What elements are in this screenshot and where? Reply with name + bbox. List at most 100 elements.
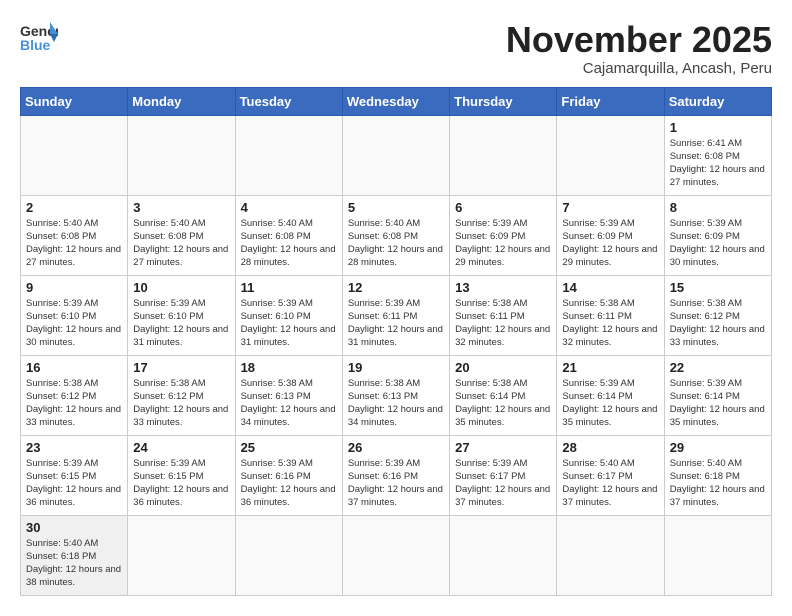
day-info: Sunrise: 5:40 AMSunset: 6:18 PMDaylight:…	[26, 537, 122, 590]
day-number: 12	[348, 280, 444, 295]
day-info: Sunrise: 5:38 AMSunset: 6:13 PMDaylight:…	[241, 377, 337, 430]
col-monday: Monday	[128, 87, 235, 115]
day-info: Sunrise: 5:40 AMSunset: 6:08 PMDaylight:…	[348, 217, 444, 270]
table-row: 1 Sunrise: 6:41 AMSunset: 6:08 PMDaylight…	[664, 115, 771, 195]
day-info: Sunrise: 5:39 AMSunset: 6:09 PMDaylight:…	[670, 217, 766, 270]
title-block: November 2025 Cajamarquilla, Ancash, Per…	[506, 20, 772, 77]
table-row	[342, 515, 449, 595]
day-info: Sunrise: 5:39 AMSunset: 6:11 PMDaylight:…	[348, 297, 444, 350]
table-row: 21 Sunrise: 5:39 AMSunset: 6:14 PMDayligh…	[557, 355, 664, 435]
calendar-header: General Blue November 2025 Cajamarquilla…	[20, 20, 772, 77]
day-number: 27	[455, 440, 551, 455]
table-row: 18 Sunrise: 5:38 AMSunset: 6:13 PMDayligh…	[235, 355, 342, 435]
day-info: Sunrise: 5:39 AMSunset: 6:10 PMDaylight:…	[26, 297, 122, 350]
day-number: 30	[26, 520, 122, 535]
table-row: 29Sunrise: 5:40 AMSunset: 6:18 PMDayligh…	[664, 435, 771, 515]
table-row	[342, 115, 449, 195]
day-number: 14	[562, 280, 658, 295]
calendar-table: Sunday Monday Tuesday Wednesday Thursday…	[20, 87, 772, 596]
day-number: 5	[348, 200, 444, 215]
day-number: 16	[26, 360, 122, 375]
day-number: 17	[133, 360, 229, 375]
day-number: 28	[562, 440, 658, 455]
table-row: 25 Sunrise: 5:39 AMSunset: 6:16 PMDayligh…	[235, 435, 342, 515]
col-tuesday: Tuesday	[235, 87, 342, 115]
table-row: 30 Sunrise: 5:40 AMSunset: 6:18 PMDayligh…	[21, 515, 128, 595]
day-info: Sunrise: 5:38 AMSunset: 6:12 PMDaylight:…	[26, 377, 122, 430]
day-number: 23	[26, 440, 122, 455]
day-info: Sunrise: 5:38 AMSunset: 6:13 PMDaylight:…	[348, 377, 444, 430]
table-row: 7 Sunrise: 5:39 AMSunset: 6:09 PMDaylight…	[557, 195, 664, 275]
day-number: 15	[670, 280, 766, 295]
table-row: 8 Sunrise: 5:39 AMSunset: 6:09 PMDaylight…	[664, 195, 771, 275]
day-info: Sunrise: 5:39 AMSunset: 6:09 PMDaylight:…	[455, 217, 551, 270]
day-info: Sunrise: 5:40 AMSunset: 6:08 PMDaylight:…	[133, 217, 229, 270]
table-row	[557, 115, 664, 195]
table-row: 20 Sunrise: 5:38 AMSunset: 6:14 PMDayligh…	[450, 355, 557, 435]
table-row: 2 Sunrise: 5:40 AMSunset: 6:08 PMDaylight…	[21, 195, 128, 275]
logo: General Blue	[20, 20, 58, 52]
day-number: 2	[26, 200, 122, 215]
table-row: 3Sunrise: 5:40 AMSunset: 6:08 PMDaylight…	[128, 195, 235, 275]
table-row: 4 Sunrise: 5:40 AMSunset: 6:08 PMDaylight…	[235, 195, 342, 275]
day-info: Sunrise: 5:40 AMSunset: 6:08 PMDaylight:…	[241, 217, 337, 270]
col-sunday: Sunday	[21, 87, 128, 115]
calendar-title: November 2025	[506, 20, 772, 60]
day-info: Sunrise: 5:38 AMSunset: 6:12 PMDaylight:…	[670, 297, 766, 350]
day-info: Sunrise: 5:39 AMSunset: 6:10 PMDaylight:…	[133, 297, 229, 350]
day-info: Sunrise: 5:39 AMSunset: 6:10 PMDaylight:…	[241, 297, 337, 350]
table-row: 23 Sunrise: 5:39 AMSunset: 6:15 PMDayligh…	[21, 435, 128, 515]
day-info: Sunrise: 5:39 AMSunset: 6:15 PMDaylight:…	[26, 457, 122, 510]
day-number: 26	[348, 440, 444, 455]
day-number: 8	[670, 200, 766, 215]
table-row	[450, 115, 557, 195]
day-number: 11	[241, 280, 337, 295]
day-info: Sunrise: 6:41 AMSunset: 6:08 PMDaylight:…	[670, 137, 766, 190]
day-info: Sunrise: 5:38 AMSunset: 6:14 PMDaylight:…	[455, 377, 551, 430]
day-number: 4	[241, 200, 337, 215]
day-number: 7	[562, 200, 658, 215]
table-row: 5 Sunrise: 5:40 AMSunset: 6:08 PMDaylight…	[342, 195, 449, 275]
table-row: 17Sunrise: 5:38 AMSunset: 6:12 PMDayligh…	[128, 355, 235, 435]
logo-icon: General Blue	[20, 20, 58, 52]
col-saturday: Saturday	[664, 87, 771, 115]
calendar-body: 1 Sunrise: 6:41 AMSunset: 6:08 PMDaylight…	[21, 115, 772, 595]
day-info: Sunrise: 5:39 AMSunset: 6:15 PMDaylight:…	[133, 457, 229, 510]
table-row	[128, 115, 235, 195]
table-row: 19Sunrise: 5:38 AMSunset: 6:13 PMDayligh…	[342, 355, 449, 435]
day-info: Sunrise: 5:39 AMSunset: 6:17 PMDaylight:…	[455, 457, 551, 510]
day-info: Sunrise: 5:38 AMSunset: 6:11 PMDaylight:…	[562, 297, 658, 350]
day-number: 21	[562, 360, 658, 375]
table-row: 12 Sunrise: 5:39 AMSunset: 6:11 PMDayligh…	[342, 275, 449, 355]
table-row: 28 Sunrise: 5:40 AMSunset: 6:17 PMDayligh…	[557, 435, 664, 515]
day-number: 20	[455, 360, 551, 375]
day-info: Sunrise: 5:40 AMSunset: 6:08 PMDaylight:…	[26, 217, 122, 270]
day-info: Sunrise: 5:39 AMSunset: 6:14 PMDaylight:…	[670, 377, 766, 430]
calendar-subtitle: Cajamarquilla, Ancash, Peru	[506, 60, 772, 77]
day-number: 22	[670, 360, 766, 375]
table-row	[235, 515, 342, 595]
day-number: 18	[241, 360, 337, 375]
table-row: 11 Sunrise: 5:39 AMSunset: 6:10 PMDayligh…	[235, 275, 342, 355]
day-info: Sunrise: 5:39 AMSunset: 6:16 PMDaylight:…	[348, 457, 444, 510]
day-number: 13	[455, 280, 551, 295]
day-number: 6	[455, 200, 551, 215]
day-number: 25	[241, 440, 337, 455]
table-row	[128, 515, 235, 595]
table-row: 14 Sunrise: 5:38 AMSunset: 6:11 PMDayligh…	[557, 275, 664, 355]
table-row	[450, 515, 557, 595]
table-row	[664, 515, 771, 595]
table-row	[235, 115, 342, 195]
day-info: Sunrise: 5:39 AMSunset: 6:09 PMDaylight:…	[562, 217, 658, 270]
day-info: Sunrise: 5:38 AMSunset: 6:11 PMDaylight:…	[455, 297, 551, 350]
day-info: Sunrise: 5:39 AMSunset: 6:14 PMDaylight:…	[562, 377, 658, 430]
day-number: 1	[670, 120, 766, 135]
table-row: 24Sunrise: 5:39 AMSunset: 6:15 PMDayligh…	[128, 435, 235, 515]
table-row: 10 Sunrise: 5:39 AMSunset: 6:10 PMDayligh…	[128, 275, 235, 355]
table-row	[21, 115, 128, 195]
day-info: Sunrise: 5:40 AMSunset: 6:17 PMDaylight:…	[562, 457, 658, 510]
day-number: 9	[26, 280, 122, 295]
day-info: Sunrise: 5:39 AMSunset: 6:16 PMDaylight:…	[241, 457, 337, 510]
calendar-header-row: Sunday Monday Tuesday Wednesday Thursday…	[21, 87, 772, 115]
day-number: 10	[133, 280, 229, 295]
